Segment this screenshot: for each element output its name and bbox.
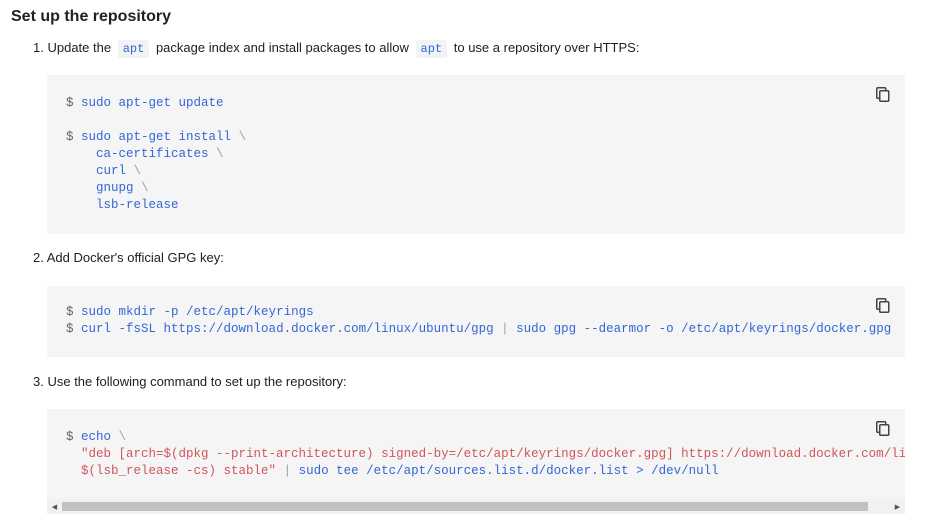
code-text: $ sudo mkdir -p /etc/apt/keyrings $ curl…	[66, 305, 892, 336]
step-text: to use a repository over HTTPS:	[453, 40, 640, 55]
horizontal-scrollbar[interactable]: ◀ ▶	[47, 499, 905, 514]
code-block-3: $ echo \ "deb [arch=$(dpkg --print-archi…	[47, 409, 905, 499]
step-text: Use the following command to set up the …	[47, 374, 347, 389]
step-text: Add Docker's official GPG key:	[46, 250, 224, 265]
step-3: 3. Use the following command to set up t…	[33, 374, 347, 389]
code-block-2: $ sudo mkdir -p /etc/apt/keyrings $ curl…	[47, 286, 905, 357]
page-title: Set up the repository	[11, 8, 172, 25]
step-text: Update the	[47, 40, 112, 55]
code-block-1: $ sudo apt-get update $ sudo apt-get ins…	[47, 75, 905, 234]
step-2: 2. Add Docker's official GPG key:	[33, 250, 224, 265]
step-1: 1. Update the apt package index and inst…	[33, 40, 640, 58]
step-number: 3.	[33, 374, 44, 389]
copy-icon[interactable]	[876, 87, 890, 102]
scroll-left-arrow-icon[interactable]: ◀	[47, 499, 62, 514]
step-text: package index and install packages to al…	[155, 40, 409, 55]
code-text: $ sudo apt-get update $ sudo apt-get ins…	[66, 96, 247, 212]
step-number: 1.	[33, 40, 44, 55]
inline-code: apt	[415, 40, 448, 58]
scroll-right-arrow-icon[interactable]: ▶	[890, 499, 905, 514]
scroll-thumb[interactable]	[62, 502, 868, 511]
code-text: $ echo \ "deb [arch=$(dpkg --print-archi…	[66, 430, 905, 478]
inline-code: apt	[117, 40, 150, 58]
step-number: 2.	[33, 250, 44, 265]
